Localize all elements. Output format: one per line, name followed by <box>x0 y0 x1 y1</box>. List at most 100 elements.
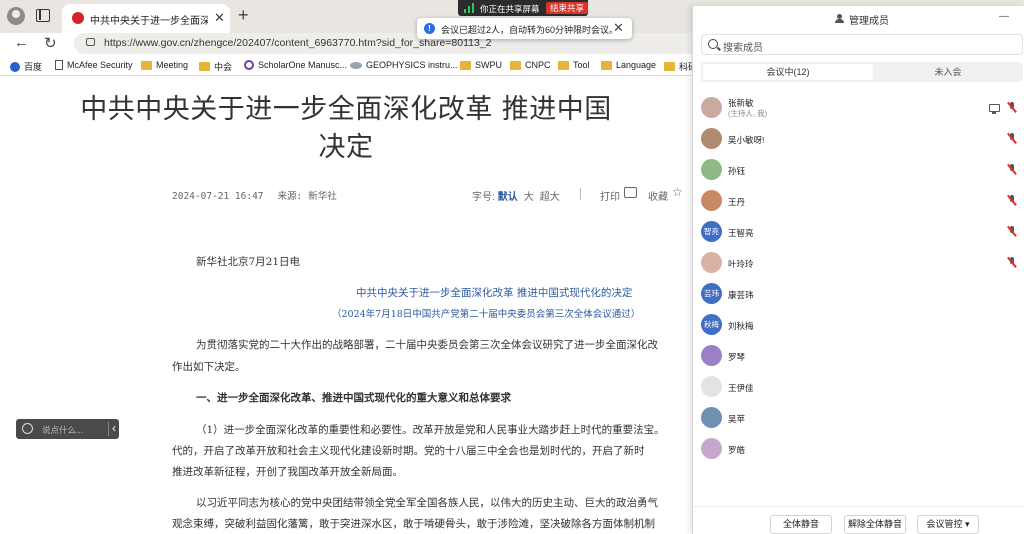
meeting-control-button[interactable]: 会议管控 ▾ <box>917 515 979 534</box>
collapse-icon[interactable]: ‹ <box>112 421 116 435</box>
mic-muted-icon[interactable] <box>1007 133 1017 145</box>
font-size-large[interactable]: 大 <box>524 192 534 203</box>
member-name: 王丹 <box>728 197 746 207</box>
member-row[interactable]: 芸玮 康芸玮 <box>693 279 1024 310</box>
collect-button[interactable]: 收藏 <box>648 188 668 203</box>
mute-all-button[interactable]: 全体静音 <box>770 515 832 534</box>
minimize-button[interactable]: — <box>999 11 1009 22</box>
avatar <box>701 128 722 149</box>
avatar <box>701 438 722 459</box>
screen-share-bar: 你正在共享屏幕 结束共享 <box>458 0 588 16</box>
article-title: 中共中央关于进一步全面深化改革 推进中国 决定 <box>80 94 612 163</box>
member-search-input[interactable]: 搜索成员 <box>701 34 1023 55</box>
print-button[interactable]: 打印 <box>600 188 620 203</box>
folder-icon <box>558 60 569 70</box>
unmute-all-button[interactable]: 解除全体静音 <box>844 515 906 534</box>
member-row[interactable]: 王丹 <box>693 186 1024 217</box>
divider <box>108 422 109 436</box>
folder-icon <box>664 62 675 71</box>
member-name: 罗皓 <box>728 445 746 455</box>
mic-muted-icon[interactable] <box>1007 102 1017 114</box>
avatar: 智亮 <box>701 221 722 242</box>
star-icon[interactable]: ☆ <box>672 185 683 199</box>
bookmark-item[interactable]: 百度 <box>10 60 42 73</box>
meeting-toast: ! 会议已超过2人，自动转为60分钟限时会议。 ✕ <box>417 18 632 39</box>
screen-share-icon <box>989 104 1000 114</box>
back-button[interactable]: ← <box>14 34 29 51</box>
member-name: 孙钰 <box>728 166 746 176</box>
folder-icon <box>199 62 210 71</box>
site-info-icon[interactable] <box>86 38 95 46</box>
bookmark-item[interactable]: ScholarOne Manusc... <box>244 60 347 70</box>
tab-not-joined[interactable]: 未入会 <box>875 64 1021 80</box>
browser-tab[interactable]: 中共中央关于进一步全面深化改革 ✕ <box>62 4 230 33</box>
avatar <box>701 252 722 273</box>
paragraph-line: 为贯彻落实党的二十大作出的战略部署，二十届中央委员会第三次全体会议研究了进一步全… <box>196 339 658 351</box>
toast-text: 会议已超过2人，自动转为60分钟限时会议。 <box>441 25 619 35</box>
member-row[interactable]: 孙钰 <box>693 155 1024 186</box>
dateline: 新华社北京7月21日电 <box>196 256 301 268</box>
member-role: (主持人, 我) <box>728 109 768 118</box>
subtitle-note: （2024年7月18日中国共产党第二十届中央委员会第三次全体会议通过） <box>332 309 641 320</box>
member-row[interactable]: 秋梅 刘秋梅 <box>693 310 1024 341</box>
bookmark-folder[interactable]: Language <box>601 60 656 70</box>
tab-actions-icon[interactable] <box>36 9 50 22</box>
tab-title: 中共中央关于进一步全面深化改革 <box>90 16 208 27</box>
section-heading: 一、进一步全面深化改革、推进中国式现代化的重大意义和总体要求 <box>196 392 511 404</box>
member-row[interactable]: 罗琴 <box>693 341 1024 372</box>
paragraph-line: 观念束缚，突破利益固化藩篱，敢于突进深水区，敢于啃硬骨头，敢于涉险滩，坚决破除各… <box>172 518 655 530</box>
reload-button[interactable]: ↻ <box>44 34 57 52</box>
share-status-text: 你正在共享屏幕 <box>480 4 540 14</box>
avatar <box>701 407 722 428</box>
member-panel: 管理成员 — 搜索成员 会议中(12) 未入会 张新敏 (主持人, 我) 吴小敏呀!… <box>692 6 1024 534</box>
avatar <box>701 159 722 180</box>
bookmark-folder[interactable]: Tool <box>558 60 590 70</box>
member-row[interactable]: 张新敏 (主持人, 我) <box>693 93 1024 124</box>
paragraph-line: 代的，开启了改革开放和社会主义现代化建设新时期。党的十八届三中全会也是划时代的，… <box>172 445 645 457</box>
member-row[interactable]: 吴苹 <box>693 403 1024 434</box>
member-tabs: 会议中(12) 未入会 <box>701 62 1023 82</box>
bookmark-folder[interactable]: 中会 <box>199 60 232 73</box>
comment-input[interactable]: 说点什么... ‹ <box>16 419 119 439</box>
folder-icon <box>141 60 152 70</box>
baidu-icon <box>10 61 20 72</box>
info-icon: ! <box>424 23 435 34</box>
stop-sharing-button[interactable]: 结束共享 <box>546 2 588 14</box>
profile-icon[interactable] <box>7 7 25 25</box>
mic-muted-icon[interactable] <box>1007 226 1017 238</box>
article-subtitle: 中共中央关于进一步全面深化改革 推进中国式现代化的决定 <box>356 287 633 299</box>
bookmark-folder[interactable]: SWPU <box>460 60 502 70</box>
mic-muted-icon[interactable] <box>1007 164 1017 176</box>
member-name: 叶玲玲 <box>728 259 754 269</box>
tab-close-icon[interactable]: ✕ <box>214 10 225 26</box>
paragraph-line: 作出如下决定。 <box>172 361 246 373</box>
emoji-icon[interactable] <box>22 423 33 434</box>
font-size-default[interactable]: 默认 <box>498 192 518 203</box>
member-row[interactable]: 叶玲玲 <box>693 248 1024 279</box>
mic-muted-icon[interactable] <box>1007 257 1017 269</box>
paragraph-line: （1）进一步全面深化改革的重要性和必要性。改革开放是党和人民事业大踏步赶上时代的… <box>196 424 665 436</box>
avatar <box>701 376 722 397</box>
panel-title: 管理成员 <box>849 16 889 27</box>
bookmark-folder[interactable]: Meeting <box>141 60 188 70</box>
font-size-xlarge[interactable]: 超大 <box>540 192 560 203</box>
page-icon <box>55 60 63 70</box>
toast-close-icon[interactable]: ✕ <box>613 20 624 36</box>
mic-muted-icon[interactable] <box>1007 195 1017 207</box>
search-icon <box>708 39 718 49</box>
seg-icon <box>350 61 362 69</box>
bookmark-item[interactable]: McAfee Security <box>55 60 133 70</box>
member-row[interactable]: 王伊佳 <box>693 372 1024 403</box>
new-tab-button[interactable]: + <box>238 5 249 26</box>
paragraph-line: 以习近平同志为核心的党中央团结带领全党全军全国各族人民，以伟大的历史主动、巨大的… <box>196 497 658 509</box>
member-name: 吴苹 <box>728 414 746 424</box>
member-row[interactable]: 罗皓 <box>693 434 1024 465</box>
member-row[interactable]: 智亮 王智亮 <box>693 217 1024 248</box>
printer-icon[interactable] <box>624 187 637 198</box>
folder-icon <box>510 60 521 70</box>
bookmark-item[interactable]: GEOPHYSICS instru... <box>350 60 458 70</box>
search-placeholder: 搜索成员 <box>723 43 763 54</box>
tab-in-meeting[interactable]: 会议中(12) <box>703 64 873 80</box>
bookmark-folder[interactable]: CNPC <box>510 60 551 70</box>
member-row[interactable]: 吴小敏呀! <box>693 124 1024 155</box>
